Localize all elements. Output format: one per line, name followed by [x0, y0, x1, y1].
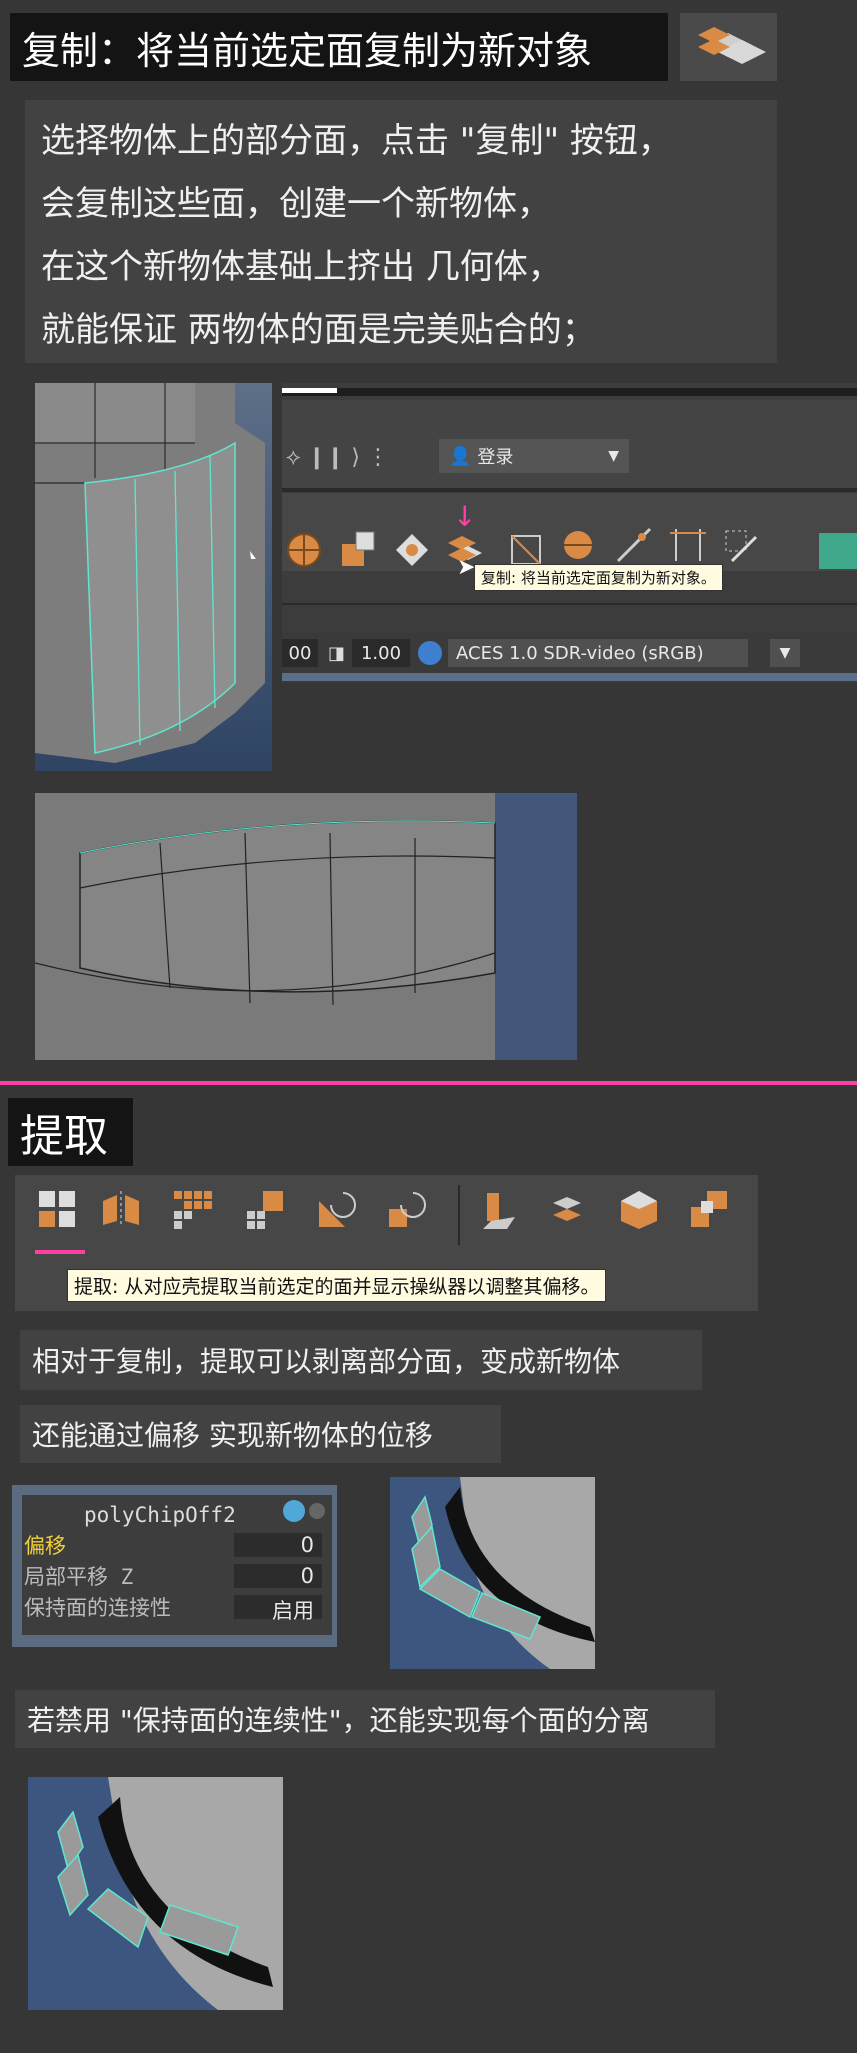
- playback-controls-icon[interactable]: ⟡ ❙❙ ⟩ ⋮: [286, 445, 389, 470]
- exposure-field[interactable]: 00: [282, 639, 318, 667]
- attr-label: 偏移: [24, 1534, 66, 1558]
- attr-row-offset[interactable]: 偏移 0: [22, 1531, 332, 1559]
- duplicate-tooltip: 复制: 将当前选定面复制为新对象。: [474, 564, 723, 591]
- section-title-text: 提取: [20, 1111, 108, 1162]
- combine-faces-icon[interactable]: [687, 1187, 731, 1231]
- note-text: 还能通过偏移 实现新物体的位移: [32, 1419, 433, 1452]
- reduce-icon[interactable]: [243, 1187, 287, 1231]
- triangulate-icon[interactable]: [315, 1187, 359, 1231]
- note-text: 相对于复制，提取可以剥离部分面，变成新物体: [32, 1345, 621, 1378]
- disable-keep-faces-note: 若禁用 "保持面的连续性"，还能实现每个面的分离: [15, 1690, 715, 1748]
- attr-value-field[interactable]: 启用: [234, 1595, 322, 1623]
- mirror-icon[interactable]: [99, 1187, 143, 1231]
- attr-label: 保持面的连接性: [24, 1596, 171, 1620]
- quadrangulate-icon[interactable]: [385, 1187, 429, 1231]
- login-dropdown[interactable]: 👤 登录 ▼: [439, 439, 629, 473]
- section-title-text: 复制：将当前选定面复制为新对象: [22, 28, 593, 73]
- attr-label: 局部平移 Z: [24, 1565, 134, 1589]
- offset-note: 还能通过偏移 实现新物体的位移: [20, 1405, 501, 1463]
- extract-note: 相对于复制，提取可以剥离部分面，变成新物体: [20, 1330, 702, 1390]
- colorspace-dropdown[interactable]: ACES 1.0 SDR-video (sRGB): [448, 639, 748, 667]
- section-title-duplicate: 复制：将当前选定面复制为新对象: [10, 13, 668, 81]
- colorspace-chevron-icon[interactable]: ▼: [770, 639, 800, 667]
- description-line: 在这个新物体基础上挤出 几何体，: [41, 247, 562, 287]
- multicut-icon[interactable]: [612, 523, 656, 567]
- login-label: 登录: [477, 447, 514, 468]
- viewport-extracted-connected: [390, 1477, 595, 1669]
- extract-tooltip: 提取: 从对应壳提取当前选定的面并显示操纵器以调整其偏移。: [67, 1269, 607, 1302]
- viewport-extracted-separated: [28, 1777, 283, 2010]
- extract-icon[interactable]: [35, 1187, 79, 1231]
- color-management-icon[interactable]: [418, 641, 442, 665]
- smooth-icon[interactable]: [170, 1187, 214, 1231]
- duplicate-face-icon: [680, 13, 777, 81]
- attr-row-local-translate-z[interactable]: 局部平移 Z 0: [22, 1562, 332, 1590]
- maya-ui-screenshot: ⟡ ❙❙ ⟩ ⋮ 👤 登录 ▼ ↓ 复制: 将当前选定面复制为新对象。 ➤ 00…: [282, 383, 857, 683]
- section-divider: [0, 1081, 857, 1085]
- note-text: 若禁用 "保持面的连续性"，还能实现每个面的分离: [27, 1704, 650, 1737]
- viewport-cylinder-selected: [35, 383, 272, 771]
- description-line: 就能保证 两物体的面是完美贴合的；: [41, 310, 596, 350]
- section-title-extract: 提取: [8, 1098, 133, 1166]
- description-line: 会复制这些面，创建一个新物体，: [41, 184, 551, 224]
- target-weld-icon[interactable]: [718, 523, 762, 567]
- active-tool-underline: [35, 1250, 85, 1254]
- attr-value-field[interactable]: 0: [234, 1564, 322, 1588]
- gamma-field[interactable]: 1.00: [352, 639, 410, 667]
- bevel-icon[interactable]: [617, 1187, 661, 1231]
- combine-icon[interactable]: [338, 528, 382, 572]
- toolbar-separator: [458, 1185, 460, 1245]
- bridge-icon[interactable]: [547, 1187, 591, 1231]
- sphere-tool-icon[interactable]: [284, 528, 328, 572]
- polychipoff-attribute-panel: polyChipOff2 偏移 0 局部平移 Z 0 保持面的连接性 启用: [12, 1485, 337, 1647]
- gamma-icon: ◨: [328, 643, 346, 664]
- mouse-cursor-icon: ➤: [457, 555, 476, 580]
- pink-arrow-indicator: ↓: [453, 500, 477, 533]
- close-icon[interactable]: [309, 1503, 325, 1519]
- extract-toolbar: 提取: 从对应壳提取当前选定的面并显示操纵器以调整其偏移。: [15, 1175, 758, 1311]
- node-name: polyChipOff2: [84, 1503, 236, 1527]
- user-icon: 👤: [449, 445, 472, 467]
- description-line: 选择物体上的部分面，点击 "复制" 按钮，: [41, 121, 672, 161]
- viewport-extruded-ring: [35, 793, 577, 1060]
- channel-box-icon[interactable]: [283, 1500, 305, 1522]
- extrude-icon[interactable]: [477, 1187, 521, 1231]
- chevron-down-icon: ▼: [608, 448, 619, 464]
- separate-icon[interactable]: [390, 528, 434, 572]
- attr-row-keep-faces-together[interactable]: 保持面的连接性 启用: [22, 1593, 332, 1623]
- edge-loop-icon[interactable]: [666, 523, 710, 567]
- globe-tool-icon[interactable]: [556, 523, 600, 567]
- attr-value-field[interactable]: 0: [234, 1533, 322, 1557]
- duplicate-description: 选择物体上的部分面，点击 "复制" 按钮， 会复制这些面，创建一个新物体， 在这…: [25, 100, 777, 363]
- paint-tool-icon[interactable]: [819, 533, 857, 569]
